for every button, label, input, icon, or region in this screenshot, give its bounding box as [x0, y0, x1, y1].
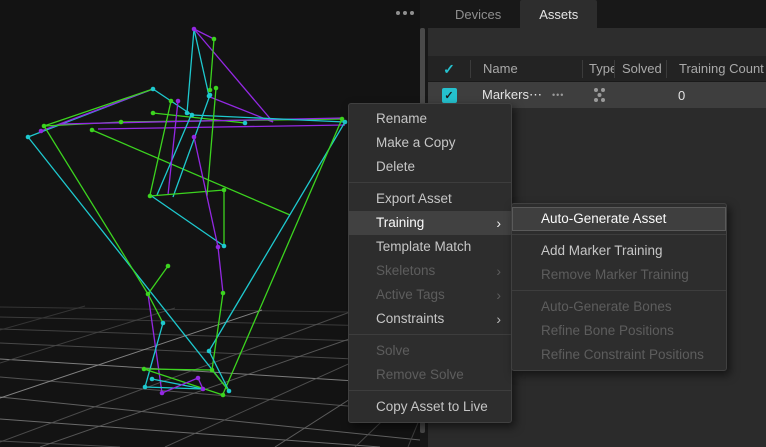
- menu-separator: [512, 231, 726, 239]
- menu-item-label: Training: [376, 215, 424, 230]
- assets-table-header: ✓ Name Type Solved Training Count: [428, 56, 766, 82]
- menu-item-constraints[interactable]: Constraints ›: [349, 307, 511, 331]
- menu-separator: [349, 387, 511, 395]
- submenu-item-refine-bone-positions[interactable]: Refine Bone Positions: [512, 319, 726, 343]
- submenu-item-remove-marker-training[interactable]: Remove Marker Training: [512, 263, 726, 287]
- menu-item-solve[interactable]: Solve: [349, 339, 511, 363]
- header-training-count[interactable]: Training Count: [666, 60, 766, 78]
- menu-separator: [349, 331, 511, 339]
- menu-item-active-tags[interactable]: Active Tags ›: [349, 283, 511, 307]
- menu-item-skeletons[interactable]: Skeletons ›: [349, 259, 511, 283]
- menu-item-label: Skeletons: [376, 263, 435, 278]
- submenu-item-auto-generate-asset[interactable]: Auto-Generate Asset: [512, 207, 726, 231]
- row-type-cell: [582, 82, 614, 108]
- ellipsis-icon: [396, 11, 400, 15]
- asset-context-menu: Rename Make a Copy Delete Export Asset T…: [348, 103, 512, 423]
- header-solved[interactable]: Solved: [614, 60, 666, 78]
- row-more-button[interactable]: •••: [552, 90, 564, 100]
- tab-assets[interactable]: Assets: [520, 0, 597, 28]
- submenu-item-auto-generate-bones[interactable]: Auto-Generate Bones: [512, 295, 726, 319]
- check-icon: ✓: [444, 89, 453, 102]
- markerset-icon: [590, 86, 610, 104]
- menu-item-make-a-copy[interactable]: Make a Copy: [349, 131, 511, 155]
- header-name[interactable]: Name: [470, 60, 582, 78]
- menu-item-export-asset[interactable]: Export Asset: [349, 187, 511, 211]
- submenu-item-add-marker-training[interactable]: Add Marker Training: [512, 239, 726, 263]
- menu-item-template-match[interactable]: Template Match: [349, 235, 511, 259]
- ellipsis-icon: [403, 11, 407, 15]
- check-icon: ✓: [443, 61, 455, 77]
- menu-separator: [349, 179, 511, 187]
- header-check-column[interactable]: ✓: [428, 60, 470, 78]
- panel-tabbar: Devices Assets: [428, 0, 766, 28]
- row-solved-cell: [614, 82, 666, 108]
- asset-name: Markers⋯: [482, 87, 542, 103]
- ellipsis-icon: [410, 11, 414, 15]
- tab-devices[interactable]: Devices: [436, 0, 520, 28]
- training-submenu: Auto-Generate Asset Add Marker Training …: [511, 203, 727, 371]
- submenu-arrow-icon: ›: [496, 259, 501, 283]
- row-training-count: 0: [666, 82, 766, 108]
- menu-item-remove-solve[interactable]: Remove Solve: [349, 363, 511, 387]
- viewport-options-button[interactable]: [392, 6, 418, 20]
- menu-separator: [512, 287, 726, 295]
- submenu-arrow-icon: ›: [496, 283, 501, 307]
- submenu-arrow-icon: ›: [496, 211, 501, 235]
- menu-item-rename[interactable]: Rename: [349, 107, 511, 131]
- menu-item-copy-asset-to-live[interactable]: Copy Asset to Live: [349, 395, 511, 419]
- menu-item-label: Active Tags: [376, 287, 445, 302]
- submenu-item-refine-constraint-positions[interactable]: Refine Constraint Positions: [512, 343, 726, 367]
- app-window: Devices Assets ✓ Name Type Solved Traini…: [0, 0, 766, 447]
- panel-toolbar-space: [428, 28, 766, 56]
- menu-item-label: Constraints: [376, 311, 444, 326]
- menu-item-training[interactable]: Training ›: [349, 211, 511, 235]
- menu-item-delete[interactable]: Delete: [349, 155, 511, 179]
- header-type[interactable]: Type: [582, 60, 614, 78]
- row-checkbox[interactable]: ✓: [442, 88, 457, 103]
- submenu-arrow-icon: ›: [496, 307, 501, 331]
